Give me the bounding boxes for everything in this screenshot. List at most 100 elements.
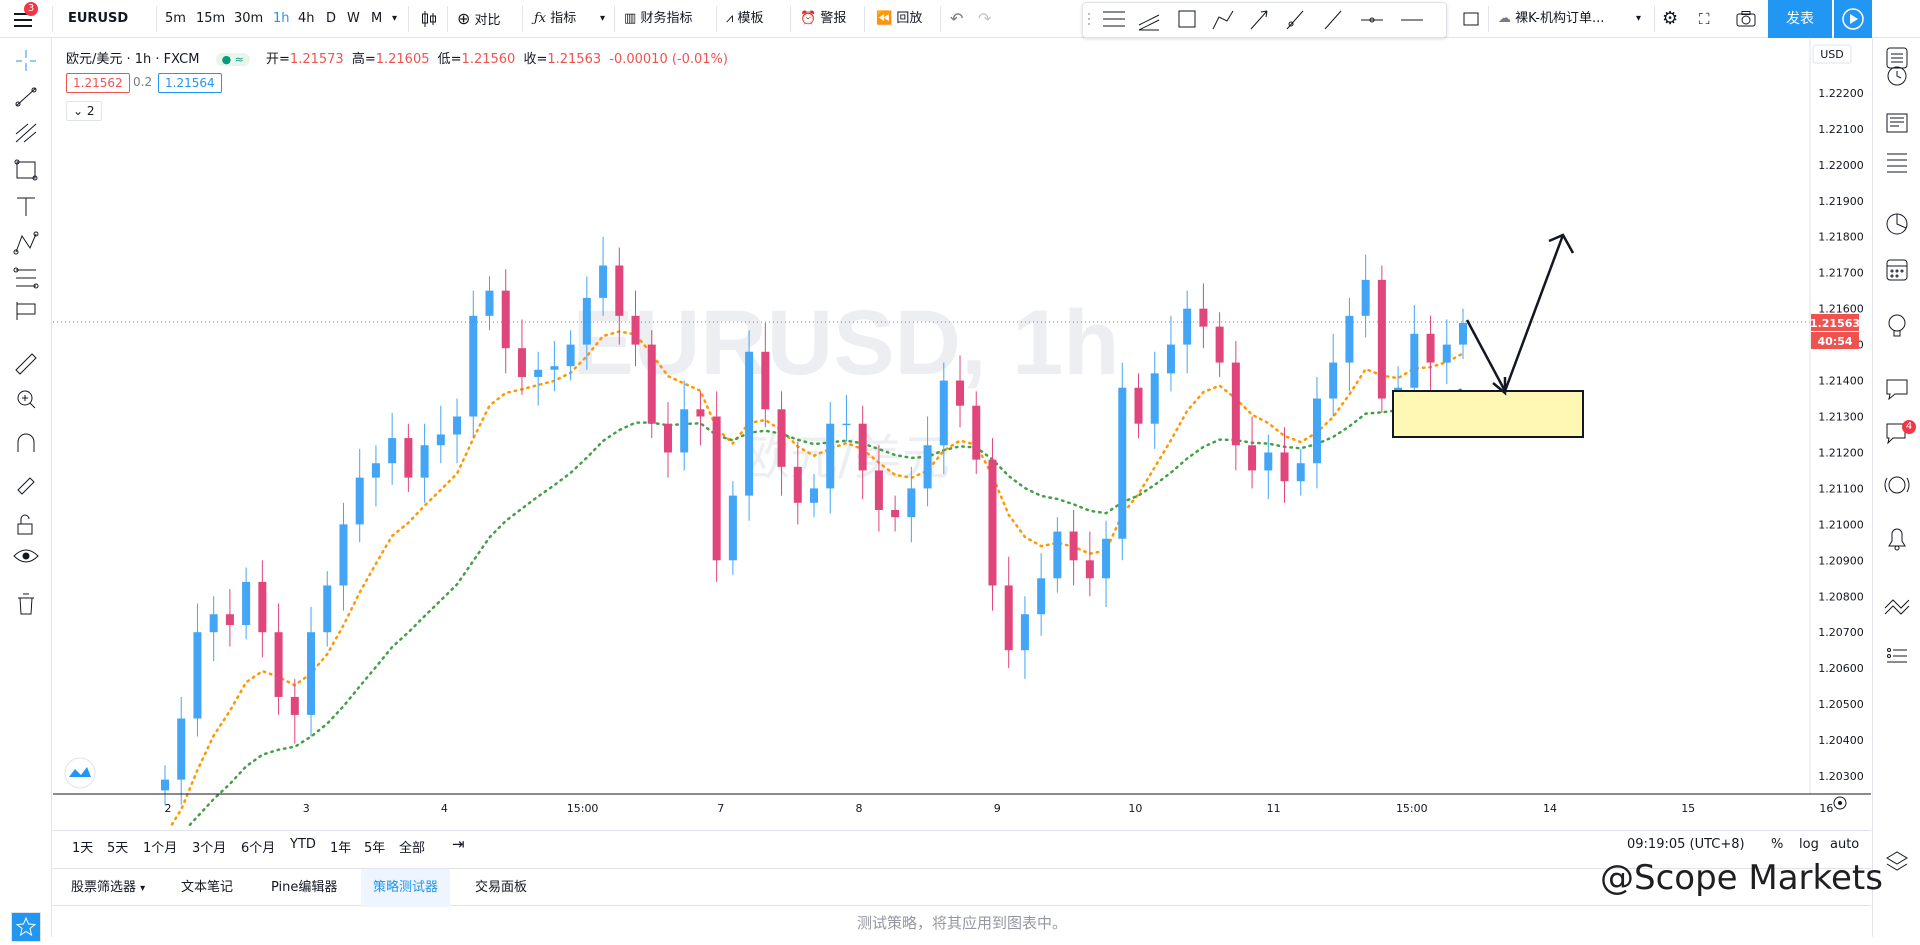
auto-toggle[interactable]: auto [1830, 837, 1859, 852]
notifications-bell-icon[interactable] [1888, 528, 1906, 551]
order-panel-icon[interactable] [1887, 648, 1907, 663]
path-tool-icon[interactable] [1212, 10, 1234, 30]
interval-d[interactable]: D [326, 0, 336, 38]
templates-button[interactable]: ⩘ 模板 [726, 0, 764, 38]
streams-icon[interactable] [1884, 476, 1910, 494]
collapse-indicators-button[interactable]: ⌄ 2 [66, 101, 102, 121]
chart-pane[interactable]: EURUSD, 1h 欧元/美元 1.22200 1.22100 1.22000 1.… [53, 39, 1871, 847]
drag-handle-icon[interactable] [1088, 13, 1090, 25]
interval-1h[interactable]: 1h [273, 0, 290, 38]
alerts-button[interactable]: ⏰ 警报 [800, 0, 846, 38]
publish-button[interactable]: 发表 [1768, 0, 1832, 38]
prediction-icon[interactable] [13, 267, 39, 289]
calendar-icon[interactable] [1886, 259, 1908, 281]
chart-settings-gear-icon[interactable] [1833, 796, 1847, 810]
redo-icon[interactable]: ↷ [978, 0, 991, 38]
magnet-icon[interactable] [17, 433, 35, 452]
log-toggle[interactable]: log [1799, 837, 1819, 852]
rectangle-outline-icon[interactable] [1462, 0, 1480, 38]
buy-price-button[interactable]: 1.21564 [158, 73, 222, 93]
arrow-tool-icon[interactable] [1250, 10, 1268, 30]
chat-icon[interactable] [1886, 379, 1908, 401]
pattern-icon[interactable] [13, 231, 39, 255]
candle [1426, 315, 1435, 392]
ruler-icon[interactable] [15, 353, 37, 375]
main-menu-button[interactable]: 3 [10, 2, 38, 30]
interval-w[interactable]: W [347, 0, 360, 38]
tab-trading-panel[interactable]: 交易面板 [463, 869, 539, 907]
range-5d[interactable]: 5天 [107, 837, 128, 856]
layers-icon[interactable] [1886, 851, 1908, 871]
data-window-icon[interactable] [1887, 153, 1907, 173]
tab-text-notes[interactable]: 文本笔记 [169, 869, 245, 907]
interval-30m[interactable]: 30m [234, 0, 263, 38]
interval-4h[interactable]: 4h [298, 0, 315, 38]
compare-button[interactable]: ⊕ 对比 [457, 0, 501, 38]
ray-tool-icon[interactable] [1286, 10, 1304, 30]
layout-selector[interactable]: ☁ 裸K-机构订单... [1498, 0, 1604, 38]
range-1y[interactable]: 1年 [330, 837, 351, 856]
up-arrow-drawing[interactable] [1503, 234, 1565, 392]
icons-flag-icon[interactable] [16, 302, 36, 320]
horizontal-lines-icon[interactable] [1103, 11, 1125, 27]
trend-line-icon[interactable] [15, 87, 37, 107]
tradingview-logo-icon[interactable] [64, 757, 96, 789]
horizontal-ray-icon[interactable] [1361, 17, 1383, 23]
settings-gear-icon[interactable]: ⚙ [1662, 0, 1678, 38]
trash-icon[interactable] [18, 593, 34, 615]
alarm-clock-icon[interactable] [1887, 66, 1907, 86]
range-3m[interactable]: 3个月 [192, 837, 226, 856]
rectangle-tool-icon[interactable] [1178, 10, 1196, 28]
sell-price-button[interactable]: 1.21562 [66, 73, 130, 93]
range-all[interactable]: 全部 [399, 837, 425, 856]
interval-5m[interactable]: 5m [165, 0, 186, 38]
hotlist-pie-icon[interactable] [1886, 213, 1908, 235]
trend-line-icon[interactable] [1324, 10, 1342, 30]
ideas-bulb-icon[interactable] [1888, 314, 1906, 337]
range-1d[interactable]: 1天 [72, 837, 93, 856]
interval-m[interactable]: M [371, 0, 382, 38]
replay-button[interactable]: ⏪ 回放 [876, 0, 922, 38]
symbol-search[interactable]: EURUSD [68, 0, 128, 38]
interval-15m[interactable]: 15m [196, 0, 225, 38]
chart-type-candles-icon[interactable] [420, 0, 438, 38]
zoom-in-icon[interactable] [17, 390, 36, 409]
down-arrow-drawing[interactable] [1465, 319, 1507, 392]
interval-dropdown-chevron-down-icon[interactable]: ▾ [392, 0, 397, 38]
pitchfork-icon[interactable] [15, 123, 37, 143]
lock-icon[interactable] [17, 514, 33, 535]
range-ytd[interactable]: YTD [290, 837, 316, 852]
depth-of-market-icon[interactable] [1884, 599, 1910, 615]
play-button[interactable] [1834, 0, 1872, 38]
price-chart[interactable]: EURUSD, 1h 欧元/美元 1.222001.221001.220001.… [53, 39, 1871, 847]
layout-chevron-down-icon[interactable]: ▾ [1636, 0, 1641, 38]
financials-button[interactable]: ▥ 财务指标 [624, 0, 692, 38]
range-1m[interactable]: 1个月 [143, 837, 177, 856]
fullscreen-icon[interactable]: ⛶ [1699, 0, 1710, 38]
stay-in-drawing-mode-icon[interactable] [17, 477, 35, 495]
tab-stock-screener[interactable]: 股票筛选器 ▾ [59, 869, 157, 907]
camera-icon[interactable] [1736, 0, 1756, 38]
range-5y[interactable]: 5年 [364, 837, 385, 856]
rectangle-shapes-icon[interactable] [14, 159, 38, 181]
news-icon[interactable] [1886, 113, 1908, 133]
spread-value: 0.2 [133, 75, 153, 89]
favorites-star-icon[interactable] [11, 912, 41, 942]
range-6m[interactable]: 6个月 [241, 837, 275, 856]
indicators-button[interactable]: ƒx 指标 [534, 0, 576, 38]
legend-title[interactable]: 欧元/美元 · 1h · FXCM [66, 52, 199, 67]
percent-toggle[interactable]: % [1771, 837, 1783, 852]
eye-icon[interactable] [13, 549, 39, 563]
demand-zone-rectangle[interactable] [1392, 390, 1584, 438]
tab-strategy-tester[interactable]: 策略测试器 [361, 869, 451, 907]
goto-date-icon[interactable]: ⇥ [452, 835, 465, 853]
undo-icon[interactable]: ↶ [950, 0, 963, 38]
parallel-channel-icon[interactable] [1138, 14, 1160, 31]
clock-time[interactable]: 09:19:05 (UTC+8) [1627, 837, 1745, 852]
time-axis-tick: 7 [717, 802, 724, 815]
text-tool-icon[interactable] [17, 197, 35, 216]
tab-pine-editor[interactable]: Pine编辑器 [259, 869, 349, 907]
indicators-chevron-down-icon[interactable]: ▾ [600, 0, 605, 38]
crosshair-icon[interactable] [16, 50, 36, 71]
watchlist-icon[interactable] [1886, 47, 1908, 69]
